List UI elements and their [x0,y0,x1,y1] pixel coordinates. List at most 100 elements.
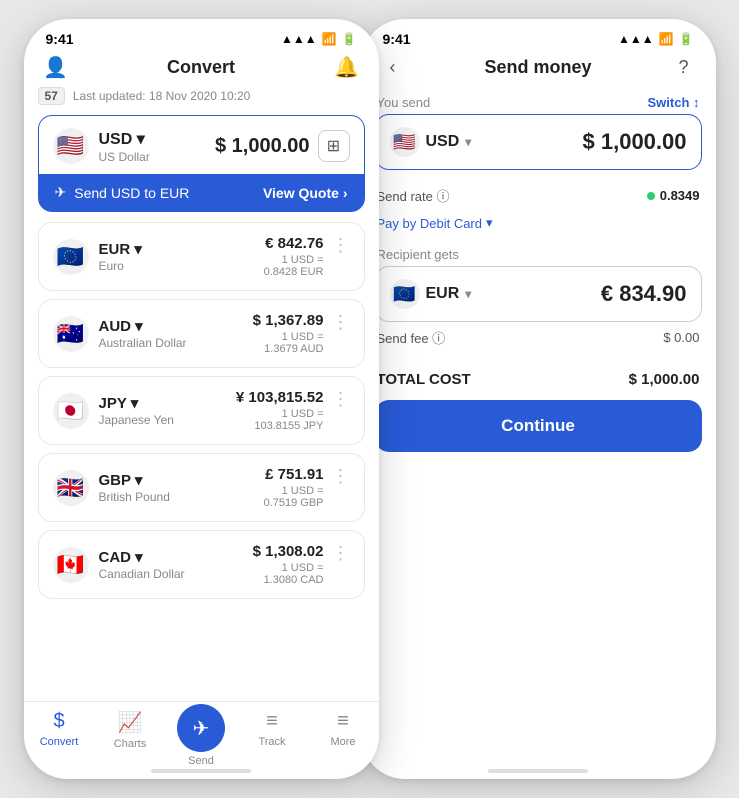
currency-chevron: ▾ [465,135,471,149]
tab-convert[interactable]: $ Convert [29,710,89,748]
currency-name: Japanese Yen [99,413,174,427]
item-left: 🇬🇧 GBP ▾ British Pound [53,470,170,506]
home-indicator [151,769,251,773]
flag-cad: 🇨🇦 [53,547,89,583]
currency-name: Canadian Dollar [99,567,185,581]
total-cost-row: TOTAL COST $ 1,000.00 [361,353,716,400]
currency-code: AUD ▾ [99,317,187,335]
usd-code[interactable]: USD ▾ [99,129,150,149]
usd-name: US Dollar [99,150,150,164]
exchange-rate: 1 USD =1.3679 AUD [253,331,324,355]
item-amounts: ¥ 103,815.52 1 USD =103.8155 JPY [236,389,324,432]
page-title: Convert [167,57,235,78]
currency-list-item[interactable]: 🇦🇺 AUD ▾ Australian Dollar $ 1,367.89 1 … [38,299,365,368]
calculator-icon[interactable]: ⊞ [318,130,350,162]
last-updated-bar: 57 Last updated: 18 Nov 2020 10:20 [38,87,365,105]
status-bar-2: 9:41 ▲▲▲ 📶 🔋 [361,19,716,51]
switch-button[interactable]: Switch ↕ [647,95,699,110]
more-dots-icon[interactable]: ⋮ [332,543,350,564]
profile-icon[interactable]: 👤 [42,53,70,81]
recipient-currency-selector[interactable]: 🇪🇺 EUR ▾ [390,279,472,309]
tab-track[interactable]: ≡ Track [242,710,302,748]
usd-flag-2: 🇺🇸 [390,127,420,157]
item-info: JPY ▾ Japanese Yen [99,394,174,427]
recipient-amount: € 834.90 [601,281,687,307]
you-send-header: You send Switch ↕ [361,87,716,114]
more-dots-icon[interactable]: ⋮ [332,389,350,410]
tab-charts-label: Charts [114,738,146,750]
send-rate-value: 0.8349 [647,188,700,203]
notification-icon[interactable]: 🔔 [332,53,360,81]
pay-method-label: Pay by Debit Card [377,216,483,231]
item-right: € 842.76 1 USD =0.8428 EUR ⋮ [264,235,350,278]
continue-button[interactable]: Continue [375,400,702,452]
you-send-label: You send [377,95,431,110]
currency-name: British Pound [99,490,170,504]
tab-more-label: More [330,736,355,748]
item-info: CAD ▾ Canadian Dollar [99,548,185,581]
status-bar: 9:41 ▲▲▲ 📶 🔋 [24,19,379,51]
item-right: $ 1,308.02 1 USD =1.3080 CAD ⋮ [253,543,350,586]
battery-icon-2: 🔋 [679,32,694,46]
main-currency-card[interactable]: 🇺🇸 USD ▾ US Dollar $ 1,000.00 ⊞ ✈ [38,115,365,212]
more-icon: ≡ [337,710,349,733]
recipient-gets-card[interactable]: 🇪🇺 EUR ▾ € 834.90 [375,266,702,322]
convert-phone: 9:41 ▲▲▲ 📶 🔋 👤 Convert 🔔 57 Last updated… [24,19,379,779]
item-left: 🇦🇺 AUD ▾ Australian Dollar [53,316,187,352]
main-content: 57 Last updated: 18 Nov 2020 10:20 🇺🇸 US… [24,87,379,599]
currency-count-badge: 57 [38,87,65,105]
send-nav-bar: ‹ Send money ? [361,51,716,87]
tab-send[interactable]: ✈ Send [171,710,231,767]
item-amounts: $ 1,367.89 1 USD =1.3679 AUD [253,312,324,355]
recipient-currency-code: EUR [426,285,460,303]
wifi-icon: 📶 [322,32,337,46]
charts-icon: 📈 [118,710,143,735]
converted-amount: € 842.76 [264,235,324,252]
view-quote-button[interactable]: View Quote › [263,185,348,201]
send-quote-bar[interactable]: ✈ Send USD to EUR View Quote › [39,174,364,211]
currency-code: CAD ▾ [99,548,185,566]
back-icon[interactable]: ‹ [379,53,407,81]
flag-eur: 🇪🇺 [53,239,89,275]
help-icon[interactable]: ? [670,53,698,81]
converted-amount: £ 751.91 [264,466,324,483]
status-icons-2: ▲▲▲ 📶 🔋 [618,32,694,46]
tab-more[interactable]: ≡ More [313,710,373,748]
item-info: EUR ▾ Euro [99,240,142,273]
more-dots-icon[interactable]: ⋮ [332,312,350,333]
more-dots-icon[interactable]: ⋮ [332,466,350,487]
battery-icon: 🔋 [342,32,357,46]
item-info: GBP ▾ British Pound [99,471,170,504]
pay-method-selector[interactable]: Pay by Debit Card ▾ [361,211,716,239]
item-left: 🇯🇵 JPY ▾ Japanese Yen [53,393,174,429]
send-button[interactable]: ✈ [177,704,225,752]
currency-list-item[interactable]: 🇯🇵 JPY ▾ Japanese Yen ¥ 103,815.52 1 USD… [38,376,365,445]
exchange-rate: 1 USD =1.3080 CAD [253,562,324,586]
time-2: 9:41 [383,31,411,47]
converted-amount: ¥ 103,815.52 [236,389,324,406]
currency-list-item[interactable]: 🇨🇦 CAD ▾ Canadian Dollar $ 1,308.02 1 US… [38,530,365,599]
tab-charts[interactable]: 📈 Charts [100,710,160,750]
signal-icon: ▲▲▲ [281,32,317,46]
converted-amount: $ 1,367.89 [253,312,324,329]
you-send-card[interactable]: 🇺🇸 USD ▾ $ 1,000.00 [375,114,702,170]
total-cost-value: $ 1,000.00 [629,371,700,388]
recipient-gets-label: Recipient gets [377,247,459,262]
track-icon: ≡ [266,710,278,733]
currency-list-item[interactable]: 🇪🇺 EUR ▾ Euro € 842.76 1 USD =0.8428 EUR… [38,222,365,291]
last-updated-text: Last updated: 18 Nov 2020 10:20 [73,89,250,103]
send-page-title: Send money [484,57,591,78]
send-currency-selector[interactable]: 🇺🇸 USD ▾ [390,127,472,157]
rate-number: 0.8349 [660,188,700,203]
eur-flag: 🇪🇺 [390,279,420,309]
exchange-rate: 1 USD =0.8428 EUR [264,254,324,278]
time: 9:41 [46,31,74,47]
send-amount[interactable]: $ 1,000.00 [583,129,687,155]
currency-code: GBP ▾ [99,471,170,489]
more-dots-icon[interactable]: ⋮ [332,235,350,256]
item-right: ¥ 103,815.52 1 USD =103.8155 JPY ⋮ [236,389,350,432]
currency-list-item[interactable]: 🇬🇧 GBP ▾ British Pound £ 751.91 1 USD =0… [38,453,365,522]
usd-amount: $ 1,000.00 [215,135,310,158]
currency-name: Euro [99,259,142,273]
send-label: Send USD to EUR [74,185,189,201]
